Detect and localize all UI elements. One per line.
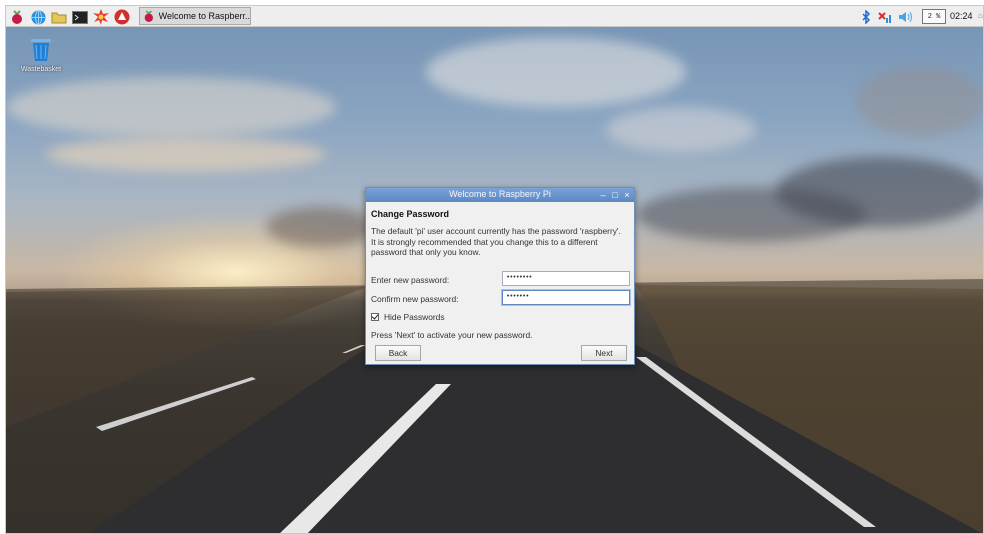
close-button[interactable]: × [622, 189, 632, 201]
folder-icon[interactable] [51, 9, 67, 25]
new-password-input[interactable]: •••••••• [502, 271, 630, 286]
network-disconnected-icon[interactable] [876, 9, 892, 25]
hide-passwords-row[interactable]: Hide Passwords [371, 312, 445, 322]
minimize-button[interactable]: – [598, 189, 608, 201]
trash-icon [31, 39, 51, 61]
description-line: It is strongly recommended that you chan… [371, 236, 598, 247]
desktop-screen: Wastebasket Welcome to Raspberr... 2 % 0… [5, 5, 984, 534]
description-line: password that only you know. [371, 247, 481, 257]
dialog-title: Welcome to Raspberry Pi [449, 189, 551, 199]
taskbar: Welcome to Raspberr... 2 % 02:24 ⌂ [6, 6, 983, 27]
description-line: The default 'pi' user account currently … [371, 226, 621, 236]
eject-icon[interactable]: ⌂ [978, 11, 983, 20]
hide-passwords-checkbox[interactable] [371, 313, 379, 321]
taskbar-window-title: Welcome to Raspberr... [158, 11, 250, 21]
volume-icon[interactable] [897, 9, 913, 25]
next-button[interactable]: Next [581, 345, 627, 361]
raspberry-menu-icon[interactable] [9, 9, 25, 25]
clock[interactable]: 02:24 [950, 11, 973, 21]
back-button[interactable]: Back [375, 345, 421, 361]
burst-icon[interactable] [93, 9, 109, 25]
mathematica-icon[interactable] [114, 9, 130, 25]
dialog-heading: Change Password [371, 209, 450, 219]
dialog-description: The default 'pi' user account currently … [371, 226, 633, 258]
taskbar-window-button[interactable]: Welcome to Raspberr... [139, 7, 251, 25]
bluetooth-icon[interactable] [858, 9, 874, 25]
welcome-dialog: Welcome to Raspberry Pi – □ × Change Pas… [365, 187, 635, 365]
confirm-password-label: Confirm new password: [371, 294, 459, 304]
raspberry-icon [144, 9, 154, 22]
next-hint: Press 'Next' to activate your new passwo… [371, 330, 533, 340]
globe-browser-icon[interactable] [30, 9, 46, 25]
new-password-label: Enter new password: [371, 275, 450, 285]
dialog-titlebar[interactable]: Welcome to Raspberry Pi – □ × [366, 188, 634, 202]
wastebasket-desktop-icon[interactable]: Wastebasket [12, 36, 70, 73]
wastebasket-label: Wastebasket [20, 66, 62, 73]
hide-passwords-label: Hide Passwords [384, 312, 445, 322]
terminal-icon[interactable] [72, 9, 88, 25]
confirm-password-input[interactable]: ••••••• [502, 290, 630, 305]
cpu-monitor[interactable]: 2 % [922, 9, 946, 24]
maximize-button[interactable]: □ [610, 189, 620, 201]
